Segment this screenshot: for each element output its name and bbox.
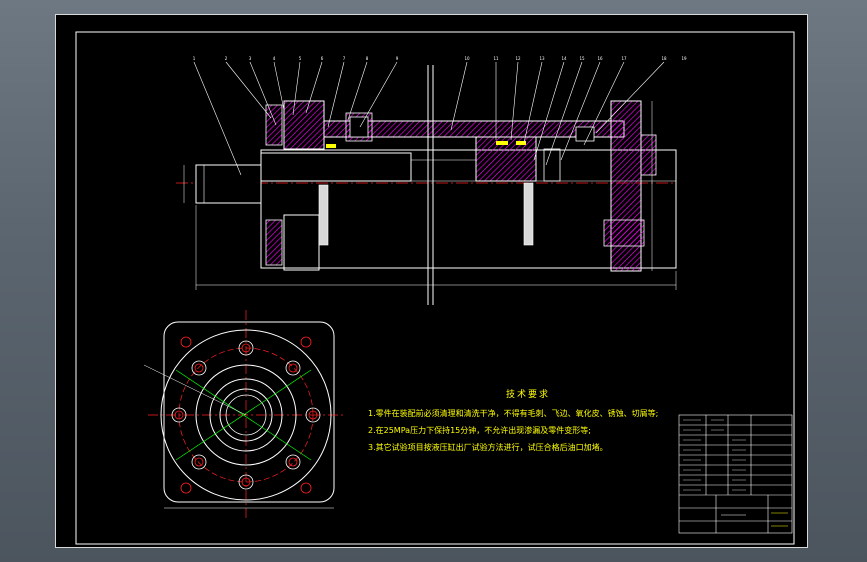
piston-rod-end: [195, 164, 262, 204]
requirement-note-3: 3.其它试验项目按液压缸出厂试验方法进行，试压合格后油口加堵。: [368, 443, 608, 452]
end-flange-square: [163, 321, 335, 503]
balloon-label-12: 12: [515, 56, 521, 61]
technical-requirements: 技术要求 1.零件在装配前必须清理和清洗干净，不得有毛刺、飞边、氧化皮、锈蚀、切…: [368, 387, 688, 456]
balloon-label-18: 18: [661, 56, 667, 61]
balloon-label-3: 3: [249, 56, 252, 61]
balloon-label-5: 5: [299, 56, 302, 61]
balloon-label-4: 4: [273, 56, 276, 61]
section-view: [176, 61, 677, 305]
balloon-label-17: 17: [621, 56, 627, 61]
balloon-label-11: 11: [493, 56, 499, 61]
drawing-sheet: 1 2 3 4 5 6 7 8 9 10 11 12 13 14 15 16 17 18 19 技术要求 1.零件在…: [55, 14, 808, 548]
part-balloons: 1 2 3 4 5 6 7 8 9 10 11 12 13 14 15 16 17 18 19: [193, 56, 687, 61]
balloon-label-15: 15: [579, 56, 585, 61]
requirement-note-2: 2.在25MPa压力下保持15分钟，不允许出现渗漏及零件变形等;: [368, 426, 591, 435]
end-view: [143, 310, 344, 520]
balloon-label-16: 16: [597, 56, 603, 61]
balloon-label-14: 14: [561, 56, 567, 61]
balloon-label-8: 8: [366, 56, 369, 61]
balloon-label-2: 2: [225, 56, 228, 61]
front-gland: [283, 100, 325, 150]
balloon-label-13: 13: [539, 56, 545, 61]
title-block: [678, 414, 793, 534]
balloon-label-6: 6: [321, 56, 324, 61]
engineering-drawing: 1 2 3 4 5 6 7 8 9 10 11 12 13 14 15 16 17 18 19: [75, 31, 795, 545]
balloon-label-9: 9: [396, 56, 399, 61]
balloon-label-19: 19: [681, 56, 687, 61]
balloon-label-7: 7: [343, 56, 346, 61]
technical-requirements-title: 技术要求: [505, 390, 550, 400]
piston-rod: [260, 152, 412, 182]
balloon-label-10: 10: [464, 56, 470, 61]
requirement-note-1: 1.零件在装配前必须清理和清洗干净，不得有毛刺、飞边、氧化皮、锈蚀、切屑等;: [368, 409, 659, 418]
balloon-label-1: 1: [193, 56, 196, 61]
inner-frame: [75, 31, 795, 545]
